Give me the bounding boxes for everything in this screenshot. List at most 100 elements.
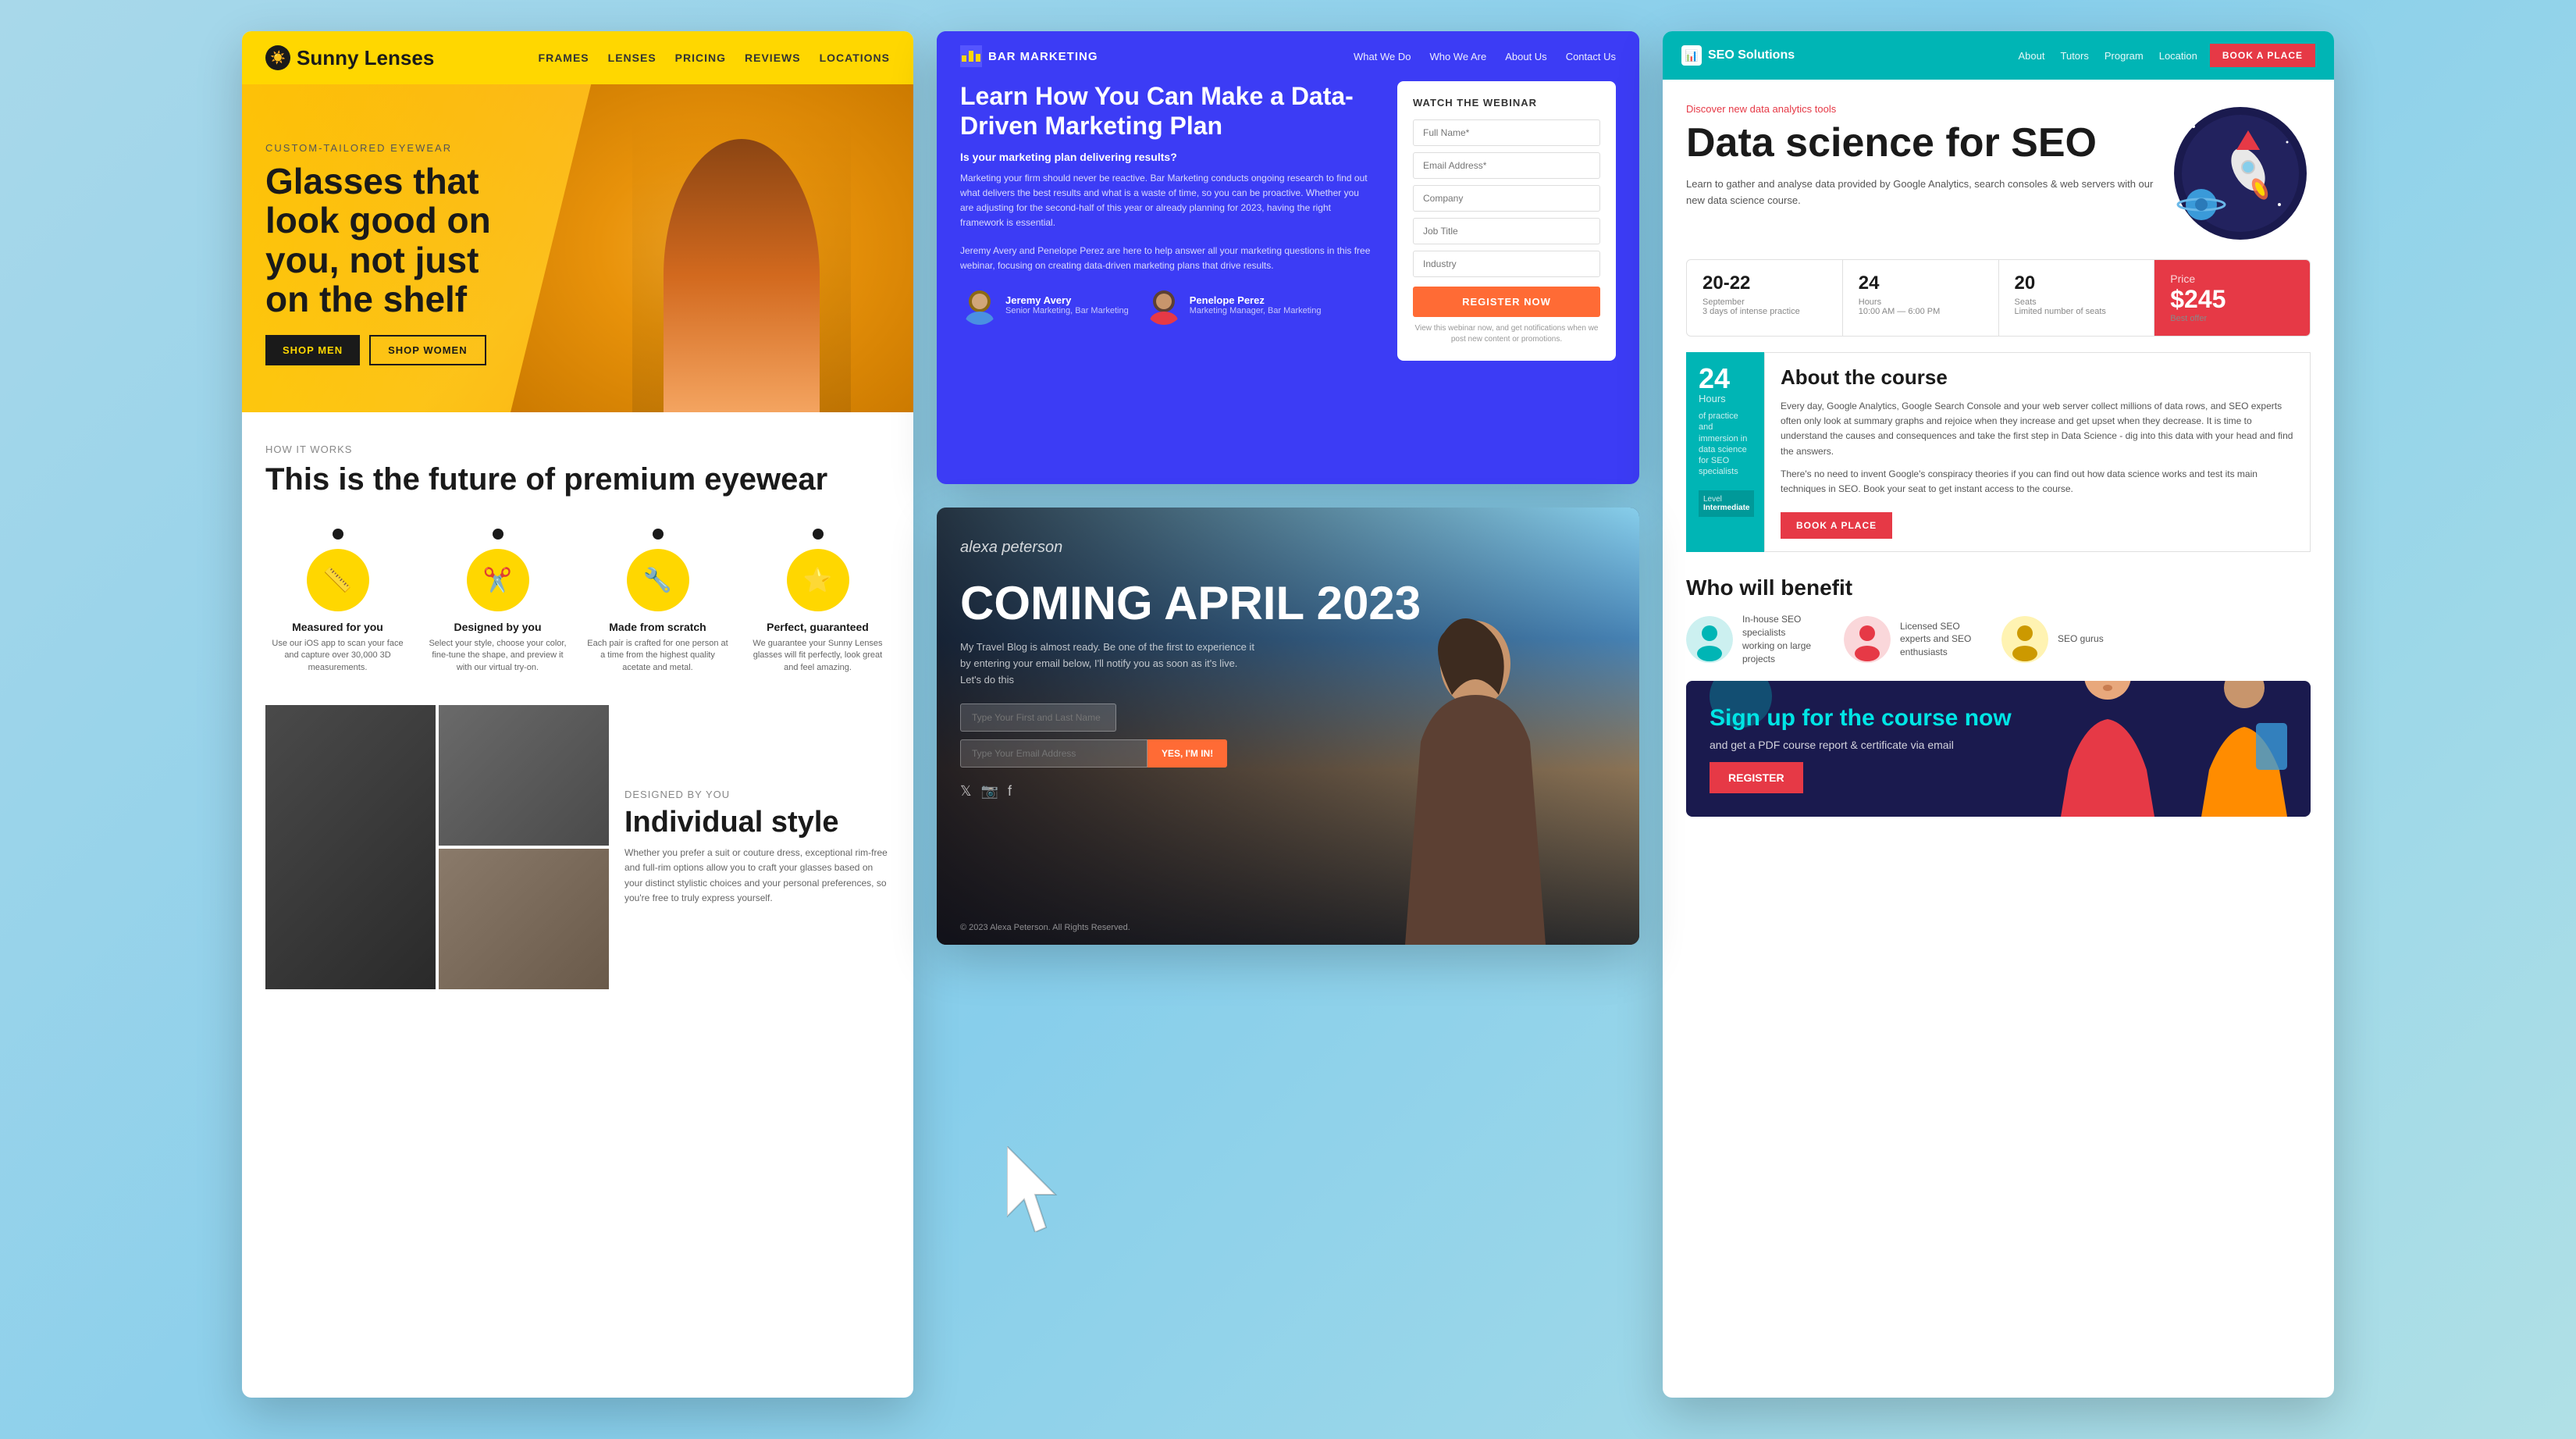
sl-designed-img-3 [439, 849, 609, 989]
seo-about-title: About the course [1781, 365, 2294, 390]
seo-person-man [2194, 681, 2295, 817]
seo-nav-links: About Tutors Program Location [2019, 50, 2197, 62]
seo-about-content: About the course Every day, Google Analy… [1764, 352, 2311, 552]
card-left: ☀️ Sunny Lenses FRAMES LENSES PRICING RE… [242, 31, 913, 1398]
cc-input-email[interactable] [960, 739, 1147, 768]
seo-benefit-title: Who will benefit [1686, 575, 2311, 600]
seo-price-label: Price [2170, 272, 2294, 285]
seo-about-book-btn[interactable]: BOOK A PLACE [1781, 512, 1892, 539]
seo-benefit-avatar-1 [1844, 616, 1891, 663]
sl-hero-woman-shape [664, 139, 820, 412]
seo-stat-label-0: September [1703, 297, 1827, 307]
cc-twitter-icon[interactable]: 𝕏 [960, 783, 972, 800]
sl-nav-pricing[interactable]: PRICING [675, 52, 726, 64]
bm-bar-3 [976, 54, 980, 62]
sl-feature-dot-1 [493, 529, 503, 540]
bm-speaker-name-0: Jeremy Avery [1005, 294, 1129, 306]
bm-content: Learn How You Can Make a Data-Driven Mar… [937, 81, 1639, 484]
sl-how-label: HOW IT WORKS [265, 443, 890, 455]
sl-nav-reviews[interactable]: REVIEWS [745, 52, 801, 64]
sl-designed-text: DESIGNED BY YOU Individual style Whether… [624, 789, 890, 906]
seo-stats: 20-22 September 3 days of intense practi… [1686, 259, 2311, 337]
bm-speaker-info-0: Jeremy Avery Senior Marketing, Bar Marke… [1005, 294, 1129, 315]
sl-logo-text: Sunny Lenses [297, 46, 434, 70]
bm-subtitle: Is your marketing plan delivering result… [960, 151, 1374, 163]
cc-desc: My Travel Blog is almost ready. Be one o… [960, 639, 1257, 688]
cc-title: COMING APRIL 2023 [960, 580, 1421, 627]
sl-btn-women[interactable]: SHOP WOMEN [369, 335, 486, 365]
seo-person-woman [2045, 681, 2170, 817]
seo-nav-about[interactable]: About [2019, 50, 2045, 62]
bm-nav-whoweare[interactable]: Who We Are [1429, 51, 1486, 62]
bm-input-fullname[interactable] [1413, 119, 1600, 146]
seo-stat-0: 20-22 September 3 days of intense practi… [1687, 260, 1843, 336]
bm-input-industry[interactable] [1413, 251, 1600, 277]
seo-about-desc-2: There's no need to invent Google's consp… [1781, 467, 2294, 497]
sl-features: 📏 Measured for you Use our iOS app to sc… [242, 513, 913, 689]
cc-input-name[interactable] [960, 703, 1116, 732]
seo-nav-location[interactable]: Location [2159, 50, 2197, 62]
bm-nav-aboutus[interactable]: About Us [1505, 51, 1546, 62]
cc-content: alexa peterson COMING APRIL 2023 My Trav… [960, 539, 1421, 800]
cc-instagram-icon[interactable]: 📷 [981, 783, 998, 800]
sl-nav-frames[interactable]: FRAMES [539, 52, 589, 64]
bm-logo-text: BAR MARKETING [988, 50, 1098, 63]
rocket-illustration [2170, 103, 2311, 244]
seo-about: 24 Hours of practice and immersion in da… [1686, 352, 2311, 552]
sl-feature-title-0: Measured for you [265, 621, 410, 633]
sl-feature-3: ⭐ Perfect, guaranteed We guarantee your … [745, 529, 890, 674]
sl-btn-men[interactable]: SHOP MEN [265, 335, 360, 365]
bm-form-note: View this webinar now, and get notificat… [1413, 323, 1600, 345]
sl-hero-woman [632, 116, 851, 412]
bm-nav-whatwedo[interactable]: What We Do [1354, 51, 1411, 62]
seo-nav-tutors[interactable]: Tutors [2061, 50, 2089, 62]
cc-submit-btn[interactable]: YES, I'M IN! [1147, 739, 1227, 768]
seo-about-icon-box: 24 Hours of practice and immersion in da… [1686, 352, 1764, 552]
seo-benefit-avatar-0 [1686, 616, 1733, 663]
bm-input-email[interactable] [1413, 152, 1600, 179]
bm-input-company[interactable] [1413, 185, 1600, 212]
sl-nav-lenses[interactable]: LENSES [608, 52, 656, 64]
sl-feature-icon-1: ✂️ [467, 549, 529, 611]
cc-input-row [960, 703, 1421, 732]
seo-signup: Sign up for the course now and get a PDF… [1686, 681, 2311, 817]
seo-benefit-avatar-2 [2001, 616, 2048, 663]
bm-nav-contact[interactable]: Contact Us [1566, 51, 1616, 62]
sl-designed-img-1 [265, 705, 436, 989]
seo-hero-title: Data science for SEO [1686, 121, 2154, 166]
sl-feature-2: 🔧 Made from scratch Each pair is crafted… [585, 529, 730, 674]
cc-facebook-icon[interactable]: f [1008, 783, 1012, 800]
seo-signup-register-btn[interactable]: REGISTER [1710, 762, 1803, 793]
sl-designed-title: Individual style [624, 807, 890, 839]
sl-hero: CUSTOM-TAILORED EYEWEAR Glasses that loo… [242, 84, 913, 412]
sl-feature-dot-0 [333, 529, 343, 540]
bm-input-jobtitle[interactable] [1413, 218, 1600, 244]
sl-feature-icon-2: 🔧 [627, 549, 689, 611]
seo-nav-book-btn[interactable]: BOOK A PLACE [2210, 44, 2315, 67]
sl-feature-title-1: Designed by you [425, 621, 570, 633]
sl-how: HOW IT WORKS This is the future of premi… [242, 412, 913, 513]
sl-navbar: ☀️ Sunny Lenses FRAMES LENSES PRICING RE… [242, 31, 913, 84]
seo-stat-1: 24 Hours 10:00 AM — 6:00 PM [1843, 260, 1999, 336]
seo-stat-label-2: Seats [2015, 297, 2139, 307]
seo-nav-program[interactable]: Program [2105, 50, 2144, 62]
cursor-arrow [1007, 1146, 1069, 1236]
bm-desc-2: Jeremy Avery and Penelope Perez are here… [960, 244, 1374, 273]
bm-nav-links: What We Do Who We Are About Us Contact U… [1354, 51, 1616, 62]
seo-hero-tag: Discover new data analytics tools [1686, 103, 2154, 115]
bm-title: Learn How You Can Make a Data-Driven Mar… [960, 81, 1374, 141]
bm-register-btn[interactable]: REGISTER NOW [1413, 287, 1600, 317]
bm-bar-2 [969, 51, 973, 62]
sl-nav-locations[interactable]: LOCATIONS [820, 52, 890, 64]
seo-about-level: Level Intermediate [1699, 490, 1754, 517]
sl-hero-text: CUSTOM-TAILORED EYEWEAR Glasses that loo… [265, 142, 531, 365]
sl-feature-title-3: Perfect, guaranteed [745, 621, 890, 633]
bm-speaker-avatar-1 [1144, 286, 1183, 325]
sl-feature-desc-0: Use our iOS app to scan your face and ca… [265, 638, 410, 674]
bm-logo-icon [960, 45, 982, 67]
sl-feature-desc-2: Each pair is crafted for one person at a… [585, 638, 730, 674]
sl-feature-1: ✂️ Designed by you Select your style, ch… [425, 529, 570, 674]
seo-about-level-val: Intermediate [1703, 504, 1749, 512]
bm-speaker-role-1: Marketing Manager, Bar Marketing [1190, 306, 1322, 315]
sl-logo: ☀️ Sunny Lenses [265, 45, 434, 70]
